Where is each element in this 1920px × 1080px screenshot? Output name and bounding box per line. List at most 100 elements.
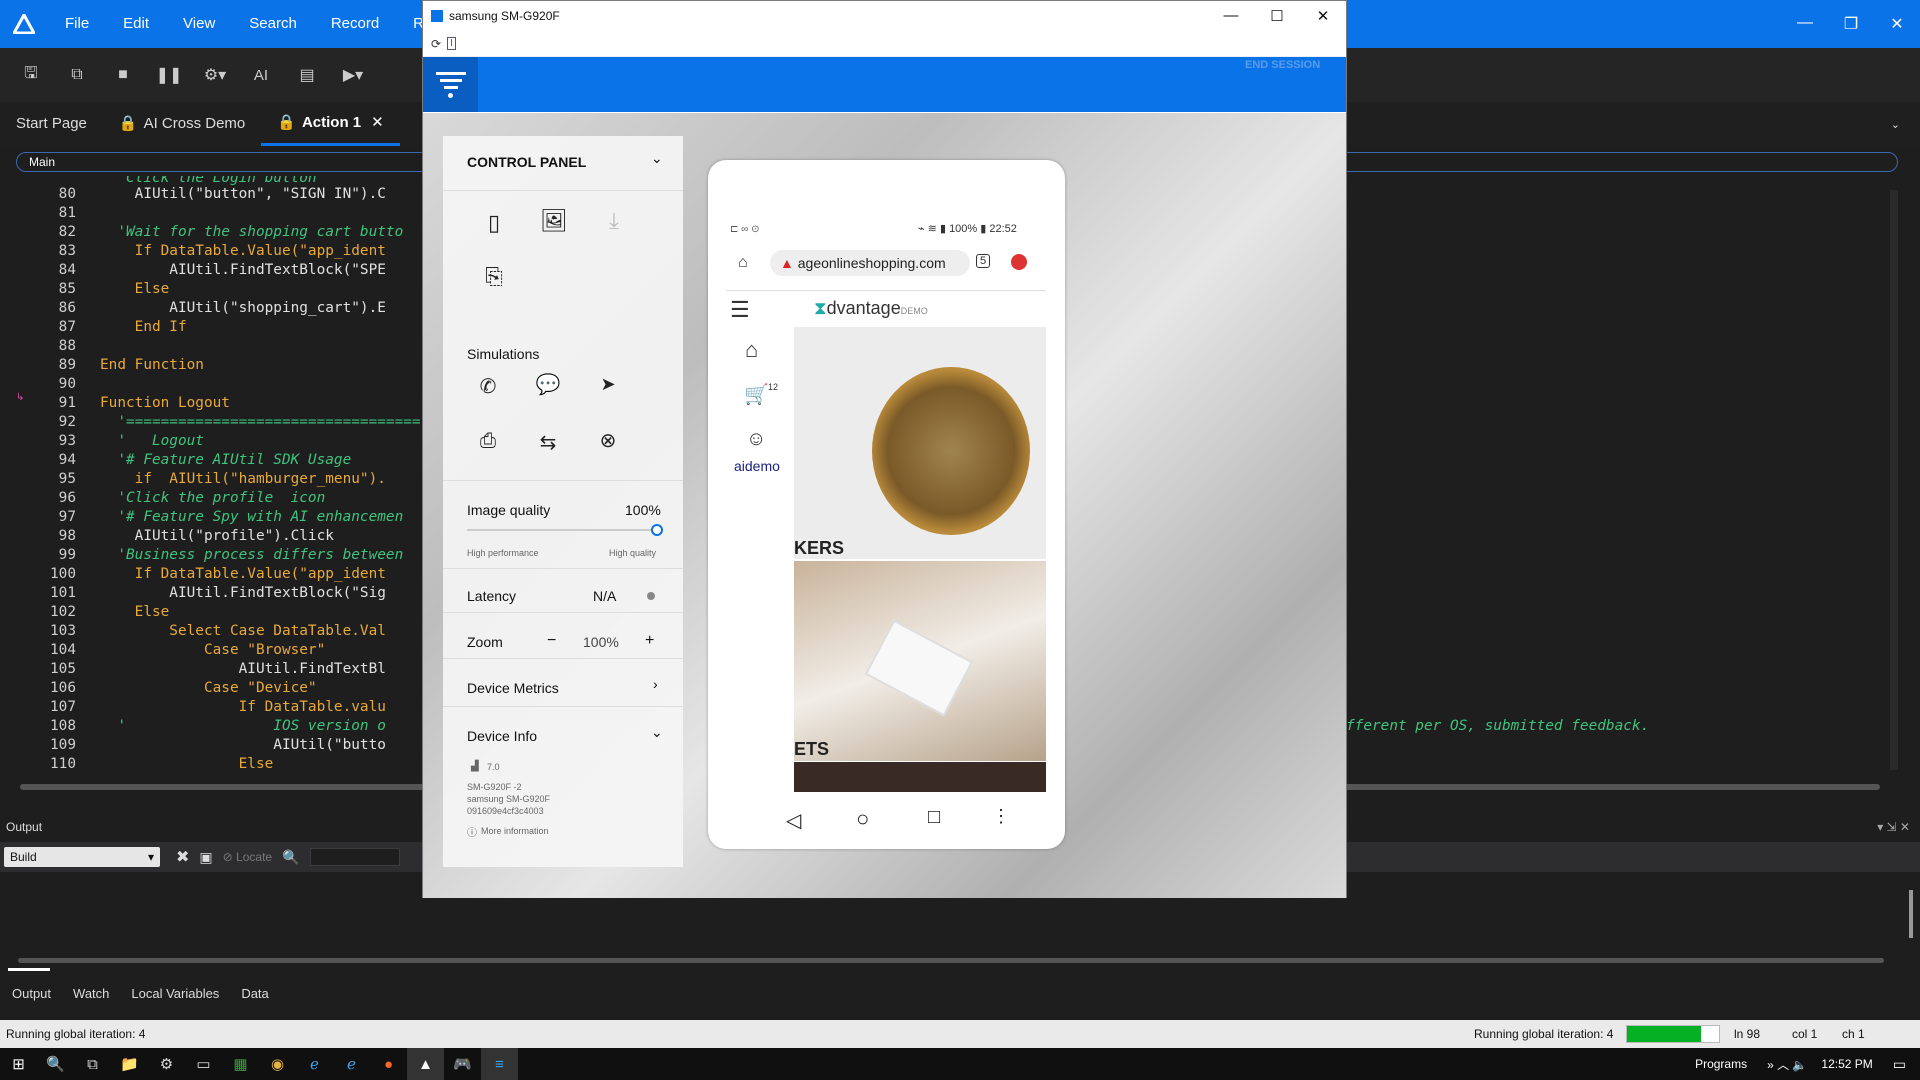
speakers-banner[interactable]: KERS	[794, 327, 1046, 559]
bottom-panel-tabs: Output Watch Local Variables Data	[0, 980, 1920, 1006]
ie-icon[interactable]: ℯ	[296, 1048, 333, 1080]
find-input[interactable]	[309, 848, 400, 866]
clock[interactable]: 12:52 PM	[1821, 1057, 1872, 1071]
uft-icon[interactable]: ▲	[407, 1048, 444, 1080]
back-nav-icon[interactable]: ◁	[786, 808, 801, 833]
device-metrics-label[interactable]: Device Metrics	[467, 680, 559, 696]
tab-ai-cross-demo[interactable]: 🔒 AI Cross Demo	[103, 102, 261, 146]
network-icon[interactable]: ⊗	[593, 428, 623, 453]
start-icon[interactable]: ⊞	[0, 1048, 37, 1080]
notifications-icon[interactable]: ▭	[1893, 1056, 1906, 1073]
output-horizontal-scrollbar[interactable]	[18, 958, 1884, 963]
next-banner[interactable]	[794, 762, 1046, 792]
programs-label[interactable]: Programs	[1695, 1057, 1747, 1071]
home-icon[interactable]: ⌂	[745, 337, 758, 363]
browser-menu-icon[interactable]	[1011, 254, 1027, 270]
stop-icon[interactable]: ■	[104, 56, 142, 94]
settings-app-icon[interactable]: ⚙	[148, 1048, 185, 1080]
pause-icon[interactable]: ❚❚	[150, 56, 188, 94]
record-device-icon[interactable]: ⚙▾	[196, 56, 234, 94]
device-menu-icon[interactable]	[423, 57, 478, 112]
zoom-in-button[interactable]: +	[645, 632, 654, 650]
save-all-icon[interactable]: ⧉	[58, 56, 96, 94]
task-view-icon[interactable]: ⧉	[74, 1048, 111, 1080]
tablets-banner[interactable]: ETS	[794, 561, 1046, 761]
image-quality-slider[interactable]	[467, 524, 663, 536]
menu-edit[interactable]: Edit	[106, 0, 166, 48]
end-session-button[interactable]: END SESSION	[1245, 59, 1320, 71]
gamepad-icon[interactable]: 🎮	[444, 1048, 481, 1080]
minimize-button[interactable]: —	[1782, 14, 1828, 34]
file-explorer-icon[interactable]: 📁	[111, 1048, 148, 1080]
slider-thumb[interactable]	[651, 524, 663, 536]
panel-controls-icon[interactable]: ▾ ⇲ ✕	[1877, 820, 1910, 834]
download-icon[interactable]: ⤓	[599, 208, 629, 234]
firefox-icon[interactable]: ●	[370, 1048, 407, 1080]
menu-record[interactable]: Record	[314, 0, 396, 48]
address-bar[interactable]: ▲ ageonlineshopping.com	[770, 250, 970, 276]
copy-device-icon[interactable]: ⎘	[479, 264, 509, 290]
search-icon[interactable]: 🔍	[37, 1048, 74, 1080]
sms-icon[interactable]: 💬	[533, 372, 563, 397]
archive-icon[interactable]: ▤	[288, 56, 326, 94]
edge-icon[interactable]: ℯ	[333, 1048, 370, 1080]
editor-vertical-scrollbar[interactable]	[1890, 190, 1898, 770]
tab-watch[interactable]: Watch	[73, 986, 109, 1001]
tray-icons[interactable]: » ︿ 🔈	[1767, 1056, 1807, 1073]
camera-simulation-icon[interactable]: ⎙	[473, 430, 503, 453]
chevron-down-icon[interactable]: ⌄	[1891, 118, 1900, 131]
phone-screen[interactable]: ⊏ ∞ ⊙ ⌁ ≋ ▮ 100% ▮ 22:52 ⌂ ▲ ageonlinesh…	[708, 160, 1065, 849]
restore-button[interactable]: ❐	[1828, 14, 1874, 34]
info-icon[interactable]: I	[447, 37, 456, 50]
rotate-device-icon[interactable]: ▯	[479, 210, 509, 236]
menu-search[interactable]: Search	[232, 0, 314, 48]
output-vertical-scrollbar[interactable]	[1909, 890, 1913, 938]
menu-file[interactable]: File	[48, 0, 106, 48]
user-icon[interactable]: ☺	[746, 428, 766, 451]
hamburger-menu-icon[interactable]: ☰	[730, 297, 750, 323]
phone-call-icon[interactable]: ✆	[473, 374, 503, 399]
recents-nav-icon[interactable]: □	[928, 806, 940, 829]
high-performance-label: High performance	[467, 548, 539, 558]
run-from-step-icon[interactable]: ▶▾	[334, 56, 372, 94]
shopping-cart-icon[interactable]: 🛒	[744, 382, 769, 407]
device-info-label[interactable]: Device Info	[467, 728, 537, 744]
tab-action-1[interactable]: 🔒 Action 1 ✕	[261, 101, 400, 146]
tab-start-page[interactable]: Start Page	[0, 102, 103, 146]
close-tab-icon[interactable]: ✕	[371, 101, 384, 145]
find-icon[interactable]: 🔍	[282, 849, 299, 866]
ai-button[interactable]: AI	[242, 56, 280, 94]
home-nav-icon[interactable]: ○	[856, 806, 869, 832]
device-minimize-button[interactable]: —	[1208, 7, 1254, 25]
menu-view[interactable]: View	[166, 0, 232, 48]
collapse-panel-icon[interactable]: ⌄	[651, 150, 663, 167]
save-icon[interactable]: 🖫	[12, 56, 50, 94]
chevron-right-icon[interactable]: ›	[653, 676, 658, 692]
tab-count[interactable]: 5	[976, 254, 991, 268]
image-injection-icon[interactable]: 🖼	[539, 208, 569, 234]
excel-icon[interactable]: ▦	[222, 1048, 259, 1080]
more-options-icon[interactable]: ⋮	[992, 806, 1010, 827]
chrome-icon[interactable]: ◉	[259, 1048, 296, 1080]
terminal-icon[interactable]: ▭	[185, 1048, 222, 1080]
device-close-button[interactable]: ✕	[1300, 7, 1346, 25]
zoom-out-button[interactable]: −	[547, 632, 556, 650]
tab-local-variables[interactable]: Local Variables	[131, 986, 219, 1001]
wrap-output-icon[interactable]: ▣	[199, 849, 212, 866]
chevron-down-icon[interactable]: ⌄	[651, 724, 663, 741]
location-icon[interactable]: ➤	[593, 374, 623, 395]
tab-output[interactable]: Output	[12, 986, 51, 1001]
device-app-taskbar-icon[interactable]: ≡	[481, 1048, 518, 1080]
device-maximize-button[interactable]: ☐	[1254, 7, 1300, 25]
signal-icon: ⌁ ≋ ▮	[918, 223, 950, 235]
refresh-icon[interactable]: ⟳	[431, 37, 441, 51]
output-source-select[interactable]: Build ▾	[4, 847, 160, 867]
site-logo[interactable]: ⧗dvantageDEMO	[814, 298, 928, 319]
close-button[interactable]: ✕	[1874, 14, 1920, 34]
clear-output-icon[interactable]: ✖	[176, 847, 189, 867]
tab-data[interactable]: Data	[241, 986, 268, 1001]
more-information-link[interactable]: More information	[481, 826, 549, 836]
fingerprint-icon[interactable]: ⇆	[533, 430, 563, 455]
browser-home-icon[interactable]: ⌂	[738, 254, 748, 272]
locate-button[interactable]: ⊘ Locate	[223, 850, 272, 864]
